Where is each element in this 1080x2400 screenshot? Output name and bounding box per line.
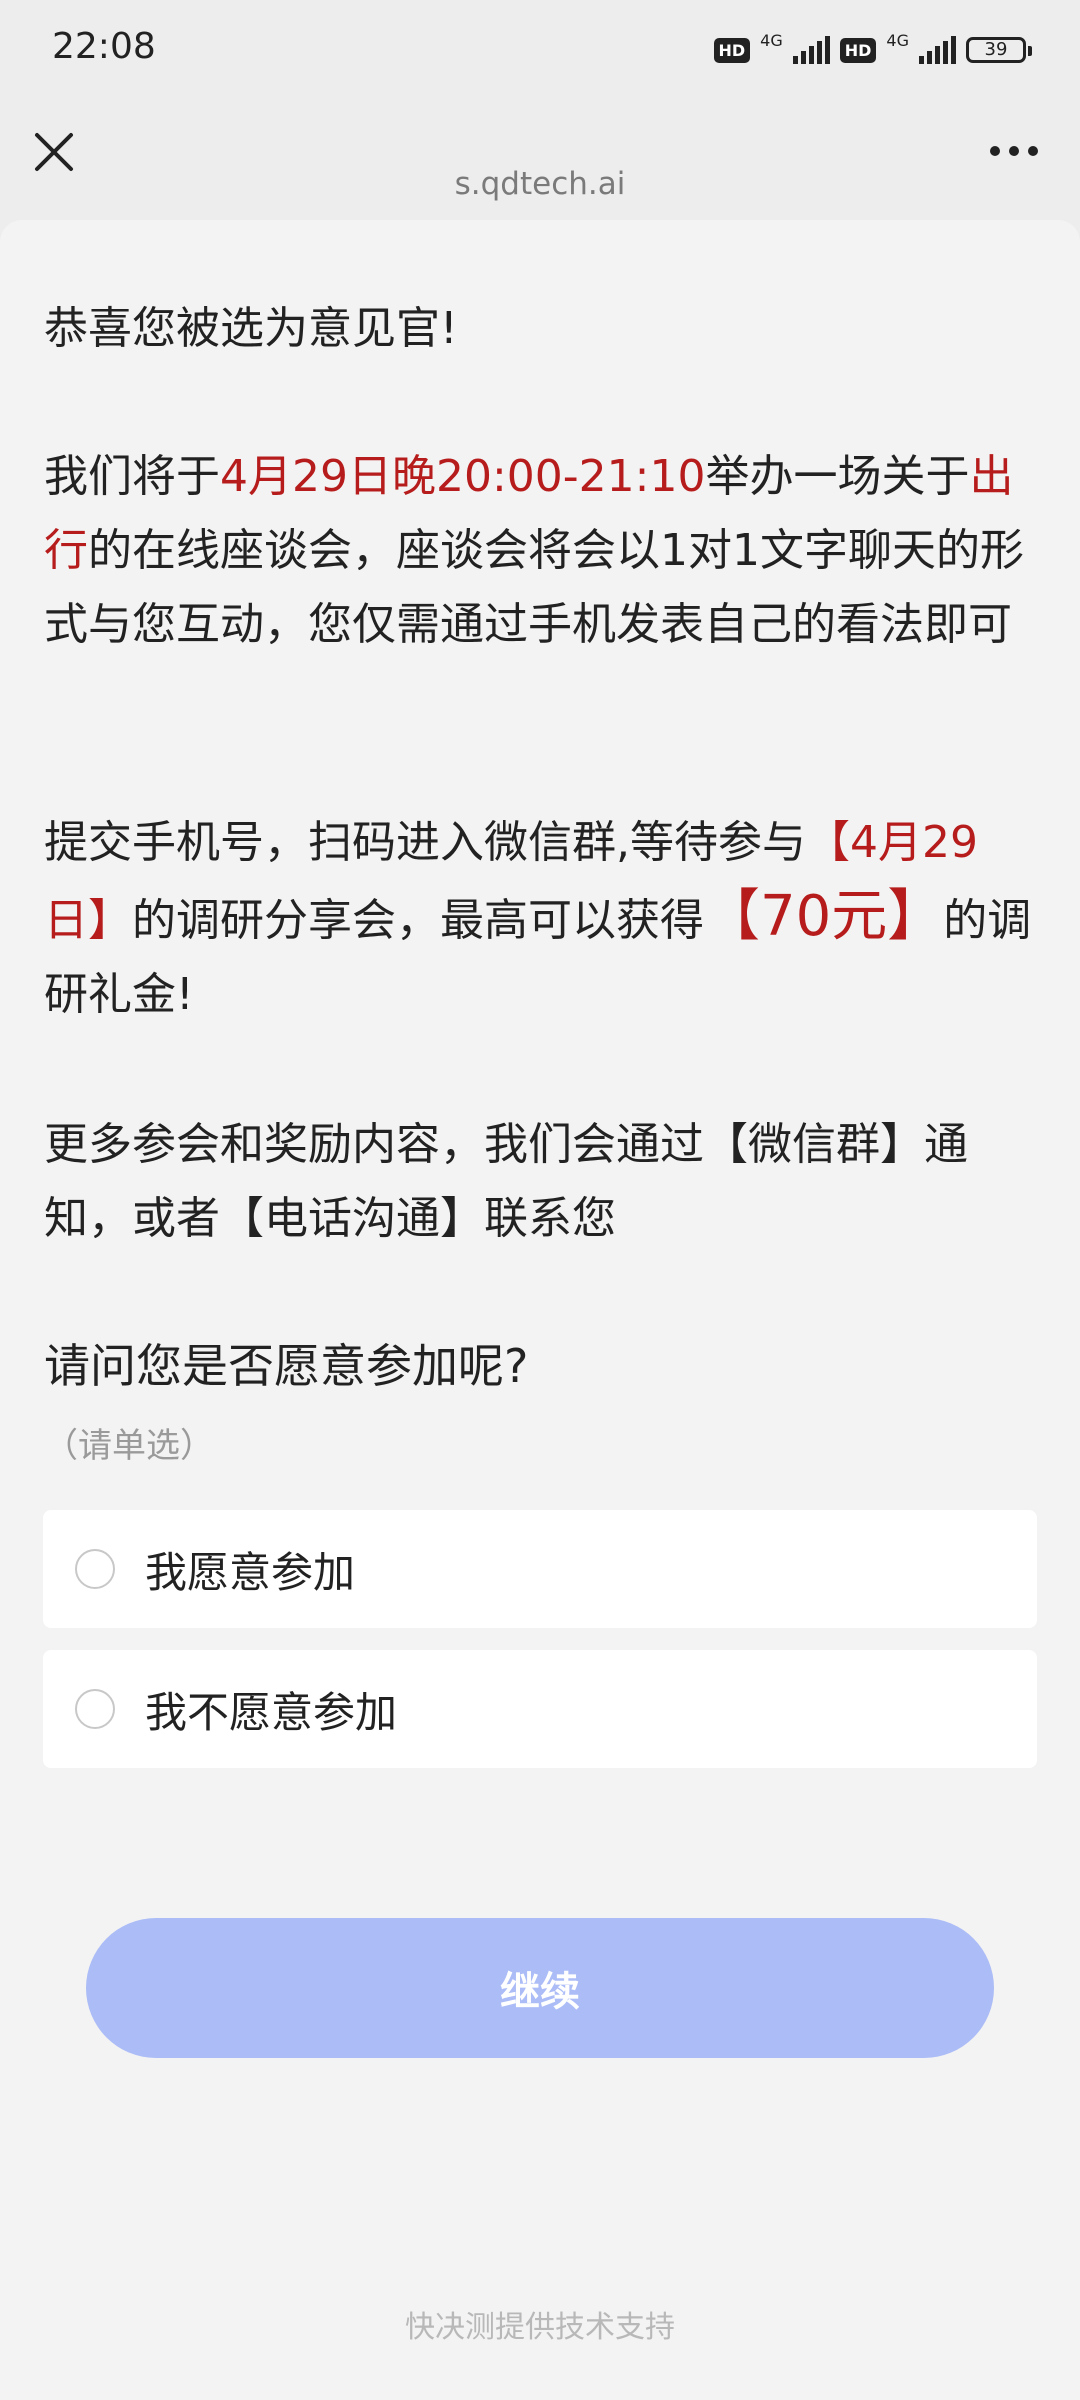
intro-paragraph-2: 提交手机号，扫码进入微信群,等待参与【4月29日】的调研分享会，最高可以获得【7… xyxy=(44,806,1036,1032)
option-label: 我愿意参加 xyxy=(145,1547,356,1597)
congrats-text: 恭喜您被选为意见官! xyxy=(44,303,458,354)
radio-icon[interactable] xyxy=(75,1549,115,1589)
survey-content: 恭喜您被选为意见官! 我们将于4月29日晚20:00-21:10举办一场关于出行… xyxy=(0,220,1080,2400)
hd-badge-sim1: HD xyxy=(713,37,751,63)
network-label-sim1: 4G xyxy=(760,30,783,50)
option-label: 我不愿意参加 xyxy=(145,1687,398,1737)
page-url: s.qdtech.ai xyxy=(454,166,626,202)
status-time: 22:08 xyxy=(52,26,156,67)
status-bar: 22:08 HD 4G HD 4G 39 xyxy=(0,0,1080,100)
hd-badge-sim2: HD xyxy=(839,37,877,63)
intro-p1-text-b: 举办一场关于 xyxy=(705,451,970,502)
event-time: 4月29日晚20:00-21:10 xyxy=(220,451,706,502)
more-icon[interactable] xyxy=(990,146,1038,156)
intro-p2-text-b: 的调研分享会，最高可以获得 xyxy=(132,895,704,946)
option-willing[interactable]: 我愿意参加 xyxy=(43,1510,1037,1628)
question-hint: （请单选） xyxy=(44,1426,214,1466)
nav-bar: s.qdtech.ai xyxy=(0,100,1080,220)
radio-icon[interactable] xyxy=(75,1689,115,1729)
screen: 22:08 HD 4G HD 4G 39 s.qdtech.ai 恭喜您被选为意… xyxy=(0,0,1080,2400)
intro-p1-text-c: 的在线座谈会，座谈会将会以1对1文字聊天的形式与您互动，您仅需通过手机发表自己的… xyxy=(44,525,1024,650)
continue-button[interactable]: 继续 xyxy=(86,1918,994,2058)
intro-paragraph-1: 我们将于4月29日晚20:00-21:10举办一场关于出行的在线座谈会，座谈会将… xyxy=(44,440,1036,662)
intro-paragraph-3: 更多参会和奖励内容，我们会通过【微信群】通知，或者【电话沟通】联系您 xyxy=(44,1119,968,1244)
battery-icon: 39 xyxy=(966,37,1032,63)
question-title: 请问您是否愿意参加呢? xyxy=(44,1339,529,1393)
network-label-sim2: 4G xyxy=(886,30,909,50)
intro-p2-text-a: 提交手机号，扫码进入微信群,等待参与 xyxy=(44,817,806,868)
reward-amount: 【70元】 xyxy=(704,884,944,949)
option-unwilling[interactable]: 我不愿意参加 xyxy=(43,1650,1037,1768)
intro-p1-text-a: 我们将于 xyxy=(44,451,220,502)
footer-credit: 快决测提供技术支持 xyxy=(405,2310,675,2345)
signal-icon-sim2 xyxy=(919,36,956,64)
signal-icon-sim1 xyxy=(792,36,830,64)
status-indicators: HD 4G HD 4G 39 xyxy=(713,30,1032,68)
